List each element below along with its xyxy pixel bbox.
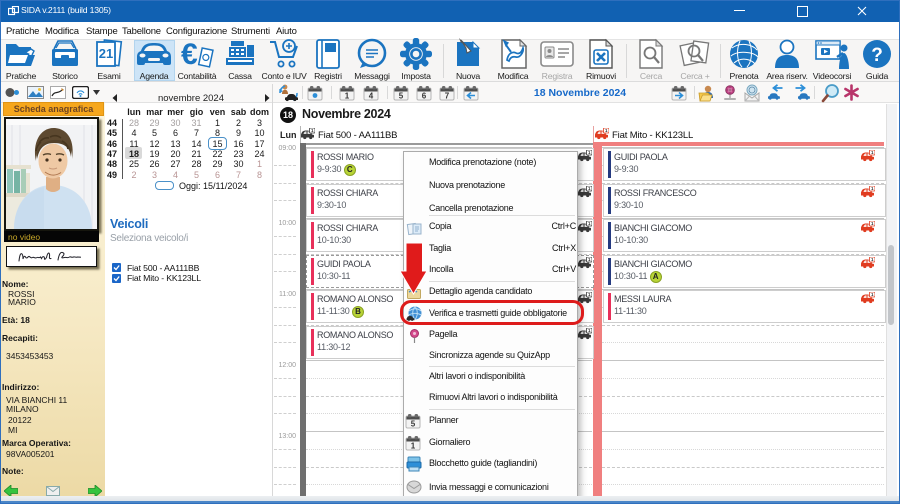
svg-text:21: 21 <box>99 46 113 61</box>
svg-text:1: 1 <box>345 92 350 101</box>
svg-text:?: ? <box>871 45 883 66</box>
svg-text:5: 5 <box>411 420 416 429</box>
svg-text:7: 7 <box>445 92 450 101</box>
svg-text:6: 6 <box>422 92 427 101</box>
svg-text:1: 1 <box>411 442 416 451</box>
svg-text:€: € <box>181 39 198 69</box>
svg-text:4: 4 <box>369 92 374 101</box>
svg-text:5: 5 <box>399 92 404 101</box>
